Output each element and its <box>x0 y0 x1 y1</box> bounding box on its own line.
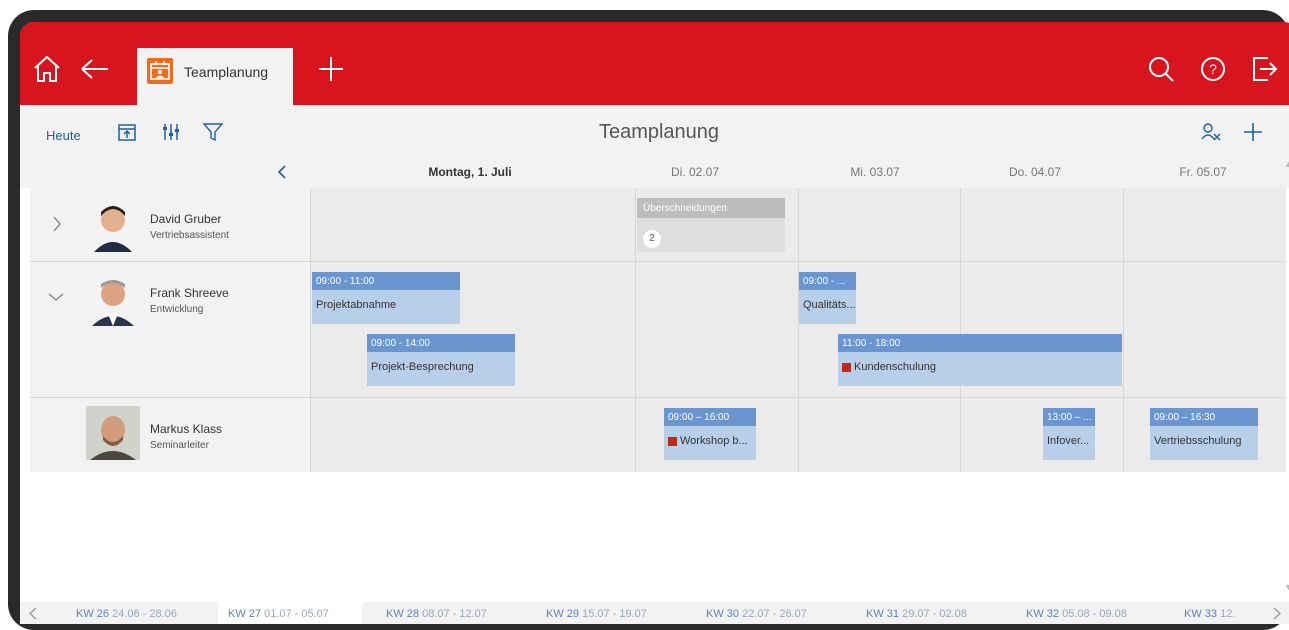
day-header-row: Montag, 1. Juli Di. 02.07 Mi. 03.07 Do. … <box>20 155 1289 188</box>
week-number: KW 32 <box>1026 608 1060 620</box>
person-role: Seminarleiter <box>150 440 209 451</box>
person-row[interactable]: Frank Shreeve Entwicklung 09:00 - 11:00 … <box>30 262 1286 398</box>
day-header-tue: Di. 02.07 <box>670 165 720 179</box>
week-item[interactable]: KW 31 29.07 - 02.08 <box>866 608 967 620</box>
week-dates: 05.08 - 09.08 <box>1062 608 1127 620</box>
back-arrow-icon[interactable] <box>78 52 112 86</box>
schedule-grid: David Gruber Vertriebsassistent Überschn… <box>30 188 1286 472</box>
calendar-person-icon <box>147 58 173 84</box>
event-title: Vertriebsschulung <box>1154 435 1242 447</box>
week-navigation: KW 26 24.06 - 28.06 KW 27 01.07 - 05.07 … <box>20 602 1289 624</box>
week-dates: 15.07 - 19.07 <box>582 608 647 620</box>
week-dates: 29.07 - 02.08 <box>902 608 967 620</box>
app-header: Teamplanung ? <box>20 22 1289 105</box>
toolbar: Heute Teamplanung <box>20 105 1289 155</box>
week-number: KW 31 <box>866 608 900 620</box>
week-dates: 01.07 - 05.07 <box>264 608 329 620</box>
person-name: Markus Klass <box>150 422 223 436</box>
scroll-down-icon[interactable]: ▼ <box>1284 582 1289 592</box>
event-title: Projekt-Besprechung <box>371 361 474 373</box>
week-item[interactable]: KW 30 22.07 - 26.07 <box>706 608 807 620</box>
search-icon[interactable] <box>1144 52 1178 86</box>
event-title: Kundenschulung <box>854 361 936 373</box>
seminar-marker-icon <box>668 436 677 446</box>
scroll-up-icon[interactable]: ▲ <box>1284 159 1289 169</box>
svg-text:?: ? <box>1209 61 1217 77</box>
app-screen: Teamplanung ? Heute Teamplanung Montag, … <box>20 22 1289 624</box>
person-search-icon[interactable] <box>1200 121 1222 143</box>
person-role: Vertriebsassistent <box>150 230 229 241</box>
event-time: 13:00 – ... <box>1043 408 1095 426</box>
help-icon[interactable]: ? <box>1196 52 1230 86</box>
day-header-mon: Montag, 1. Juli <box>428 165 512 179</box>
week-item[interactable]: KW 29 15.07 - 19.07 <box>546 608 647 620</box>
event-title: Projektabnahme <box>316 299 397 311</box>
add-icon[interactable] <box>1242 121 1264 143</box>
week-dates: 22.07 - 26.07 <box>742 608 807 620</box>
person-name: Frank Shreeve <box>150 286 229 300</box>
day-header-thu: Do. 04.07 <box>1008 165 1062 179</box>
day-header-wed: Mi. 03.07 <box>850 165 900 179</box>
event-title: Qualitäts... <box>803 299 856 311</box>
tab-label: Teamplanung <box>184 64 269 80</box>
event-time: 09:00 - ... <box>799 272 856 290</box>
week-dates: 08.07 - 12.07 <box>422 608 487 620</box>
person-row[interactable]: Markus Klass Seminarleiter 09:00 – 16:00… <box>30 398 1286 472</box>
event-time: 09:00 - 11:00 <box>312 272 460 290</box>
week-item[interactable]: KW 28 08.07 - 12.07 <box>386 608 487 620</box>
event-block[interactable]: 11:00 - 18:00 Kundenschulung <box>838 334 1122 386</box>
week-number: KW 27 <box>228 608 262 620</box>
week-dates: 12. <box>1220 608 1236 620</box>
day-header-fri: Fr. 05.07 <box>1179 165 1227 179</box>
overlap-count: 2 <box>643 230 661 248</box>
logout-icon[interactable] <box>1246 52 1280 86</box>
week-item-active[interactable]: KW 27 01.07 - 05.07 <box>228 608 329 620</box>
event-block[interactable]: 09:00 - 14:00 Projekt-Besprechung <box>367 334 515 386</box>
week-number: KW 33 <box>1184 608 1218 620</box>
person-name: David Gruber <box>150 212 222 226</box>
tab-teamplanung[interactable]: Teamplanung <box>137 48 293 105</box>
week-item[interactable]: KW 26 24.06 - 28.06 <box>76 608 177 620</box>
overlap-label: Überschneidungen <box>637 198 785 218</box>
plus-icon[interactable] <box>314 52 348 86</box>
event-block[interactable]: 09:00 – 16:30 Vertriebsschulung <box>1150 408 1258 460</box>
avatar <box>86 406 140 460</box>
avatar <box>86 198 140 252</box>
week-item[interactable]: KW 32 05.08 - 09.08 <box>1026 608 1127 620</box>
chevron-down-icon[interactable] <box>48 292 64 302</box>
event-time: 09:00 – 16:30 <box>1150 408 1258 426</box>
avatar <box>86 272 140 326</box>
event-time: 09:00 - 14:00 <box>367 334 515 352</box>
seminar-marker-icon <box>842 362 851 372</box>
week-item[interactable]: KW 33 12. <box>1184 608 1235 620</box>
event-block[interactable]: 09:00 - ... Qualitäts... <box>799 272 856 324</box>
person-role: Entwicklung <box>150 304 204 315</box>
chevron-right-icon[interactable] <box>52 216 62 232</box>
event-title: Workshop b... <box>680 435 748 447</box>
event-block[interactable]: 09:00 - 11:00 Projektabnahme <box>312 272 460 324</box>
person-row[interactable]: David Gruber Vertriebsassistent Überschn… <box>30 188 1286 262</box>
event-block[interactable]: 09:00 – 16:00 Workshop b... <box>664 408 756 460</box>
week-number: KW 28 <box>386 608 420 620</box>
event-time: 11:00 - 18:00 <box>838 334 1122 352</box>
week-number: KW 29 <box>546 608 580 620</box>
overlap-indicator[interactable]: Überschneidungen 2 <box>637 198 785 252</box>
week-dates: 24.06 - 28.06 <box>112 608 177 620</box>
week-number: KW 30 <box>706 608 740 620</box>
home-icon[interactable] <box>30 52 64 86</box>
chevron-left-icon[interactable] <box>276 165 288 179</box>
week-number: KW 26 <box>76 608 110 620</box>
event-time: 09:00 – 16:00 <box>664 408 756 426</box>
device-frame: Teamplanung ? Heute Teamplanung Montag, … <box>8 10 1289 630</box>
event-block[interactable]: 13:00 – ... Infover... <box>1043 408 1095 460</box>
page-title: Teamplanung <box>598 121 720 143</box>
event-title: Infover... <box>1047 435 1090 447</box>
